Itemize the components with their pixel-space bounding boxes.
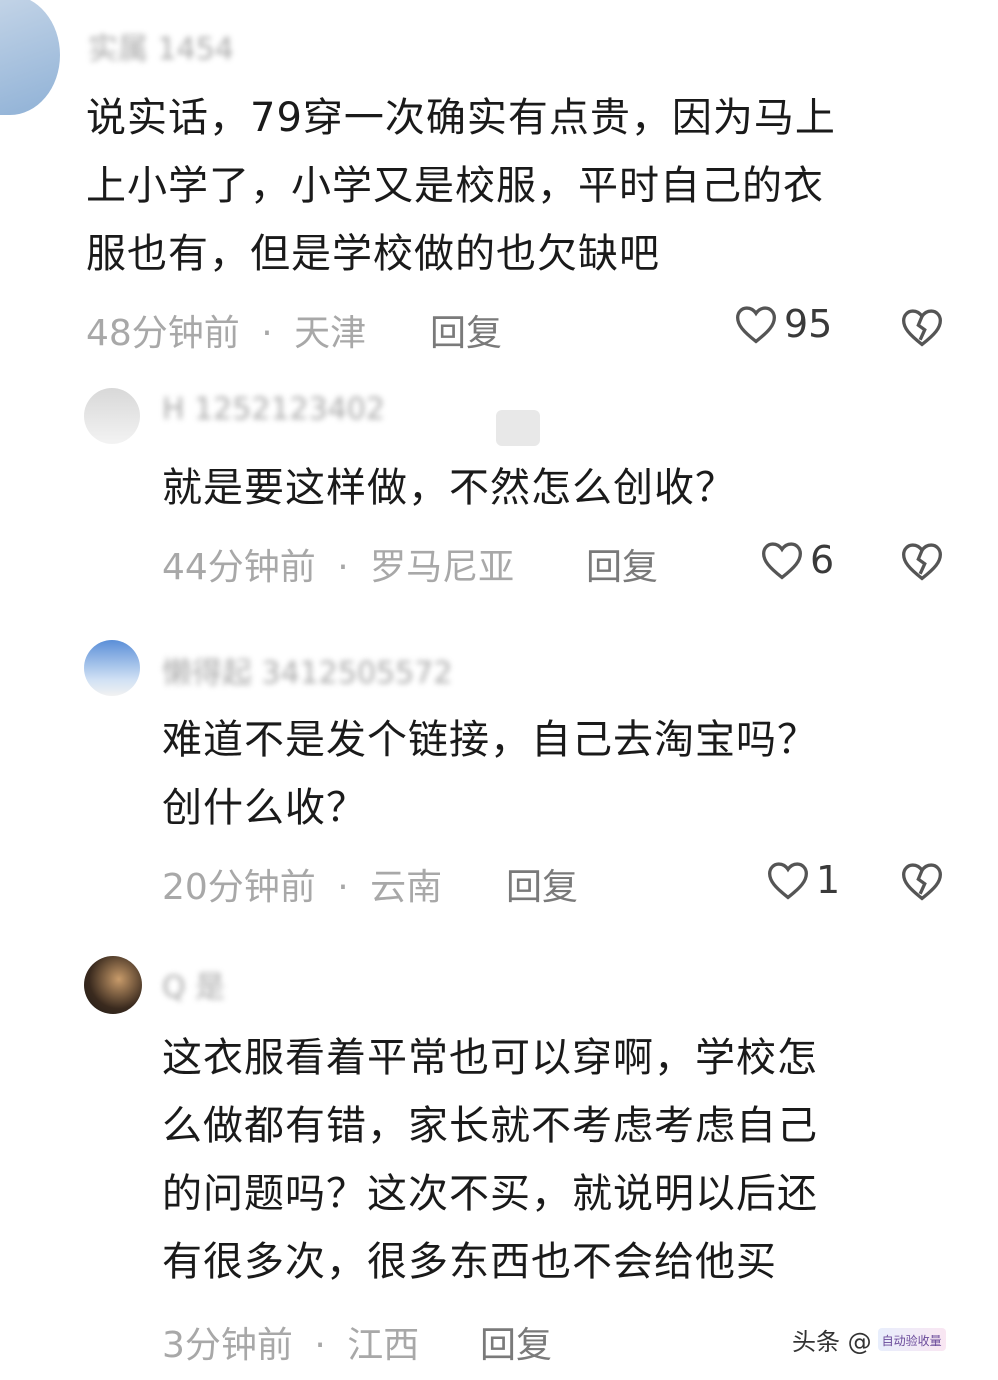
comment-text: 说实话，79穿一次确实有点贵，因为马上 上小学了，小学又是校服，平时自己的衣 服… [86,84,956,288]
avatar[interactable] [84,640,140,696]
watermark: 头条 @ 自动验收量 [792,1322,946,1357]
heart-outline-icon [762,542,802,580]
username[interactable]: 实属 1454 [88,24,234,68]
comment-time: 44分钟前 [162,547,316,588]
comment-line: 创什么收？ [162,785,367,831]
watermark-badge: 自动验收量 [877,1328,946,1351]
comment-line: 的问题吗？这次不买，就说明以后还 [162,1171,818,1217]
separator: · [314,1325,326,1366]
comment-line: 难道不是发个链接，自己去淘宝吗？ [162,717,818,763]
broken-heart-icon [902,309,942,347]
heart-outline-icon [768,862,808,900]
separator: · [261,313,273,354]
username[interactable]: 懒得起 3412505572 [162,648,452,692]
reply-button[interactable]: 回复 [506,858,578,910]
comment-line: 有很多次，很多东西也不会给他买 [162,1239,777,1285]
broken-heart-icon [902,863,942,901]
like-button[interactable]: 1 [766,858,840,902]
username[interactable]: Q 是 [162,962,225,1006]
watermark-badge-text: 自动验收量 [881,1334,942,1348]
dislike-button[interactable] [900,540,944,586]
comment-location: 天津 [294,313,367,354]
like-count: 95 [784,302,833,346]
comment-meta: 44分钟前 · 罗马尼亚 [162,538,514,590]
comment-time: 20分钟前 [162,867,316,908]
comment-line: 服也有，但是学校做的也欠缺吧 [86,231,660,277]
comment-meta: 48分钟前 · 天津 [86,304,366,356]
username[interactable]: H 1252123402 [162,392,385,427]
comment-location: 罗马尼亚 [370,547,515,588]
comment-text: 就是要这样做，不然怎么创收？ [162,454,962,522]
comment-meta: 20分钟前 · 云南 [162,858,442,910]
comment-line: 就是要这样做，不然怎么创收？ [162,465,736,511]
like-count: 1 [816,858,841,902]
dislike-button[interactable] [900,860,944,906]
comment-line: 么做都有错，家长就不考虑考虑自己 [162,1103,818,1149]
avatar[interactable] [0,0,60,115]
broken-heart-icon [902,543,942,581]
comment-text: 难道不是发个链接，自己去淘宝吗？ 创什么收？ [162,706,962,842]
comment-time: 3分钟前 [162,1325,293,1366]
dislike-button[interactable] [900,306,944,352]
comment-time: 48分钟前 [86,313,240,354]
comment-line: 上小学了，小学又是校服，平时自己的衣 [86,163,824,209]
like-count: 6 [810,538,835,582]
comment-line: 说实话，79穿一次确实有点贵，因为马上 [86,95,836,141]
reply-button[interactable]: 回复 [586,538,658,590]
comment-meta: 3分钟前 · 江西 [162,1316,419,1368]
separator: · [337,867,349,908]
like-button[interactable]: 6 [760,538,834,582]
watermark-text: 头条 @ [792,1328,872,1356]
comment-text: 这衣服看着平常也可以穿啊，学校怎 么做都有错，家长就不考虑考虑自己 的问题吗？这… [162,1024,962,1296]
comment-line: 这衣服看着平常也可以穿啊，学校怎 [162,1035,818,1081]
reply-button[interactable]: 回复 [430,304,502,356]
heart-outline-icon [736,306,776,344]
blur-patch [496,410,540,446]
avatar[interactable] [84,956,142,1014]
comment-location: 江西 [347,1325,420,1366]
separator: · [337,547,349,588]
avatar[interactable] [84,388,140,444]
reply-button[interactable]: 回复 [480,1316,552,1368]
like-button[interactable]: 95 [734,302,832,346]
comment-location: 云南 [370,867,443,908]
